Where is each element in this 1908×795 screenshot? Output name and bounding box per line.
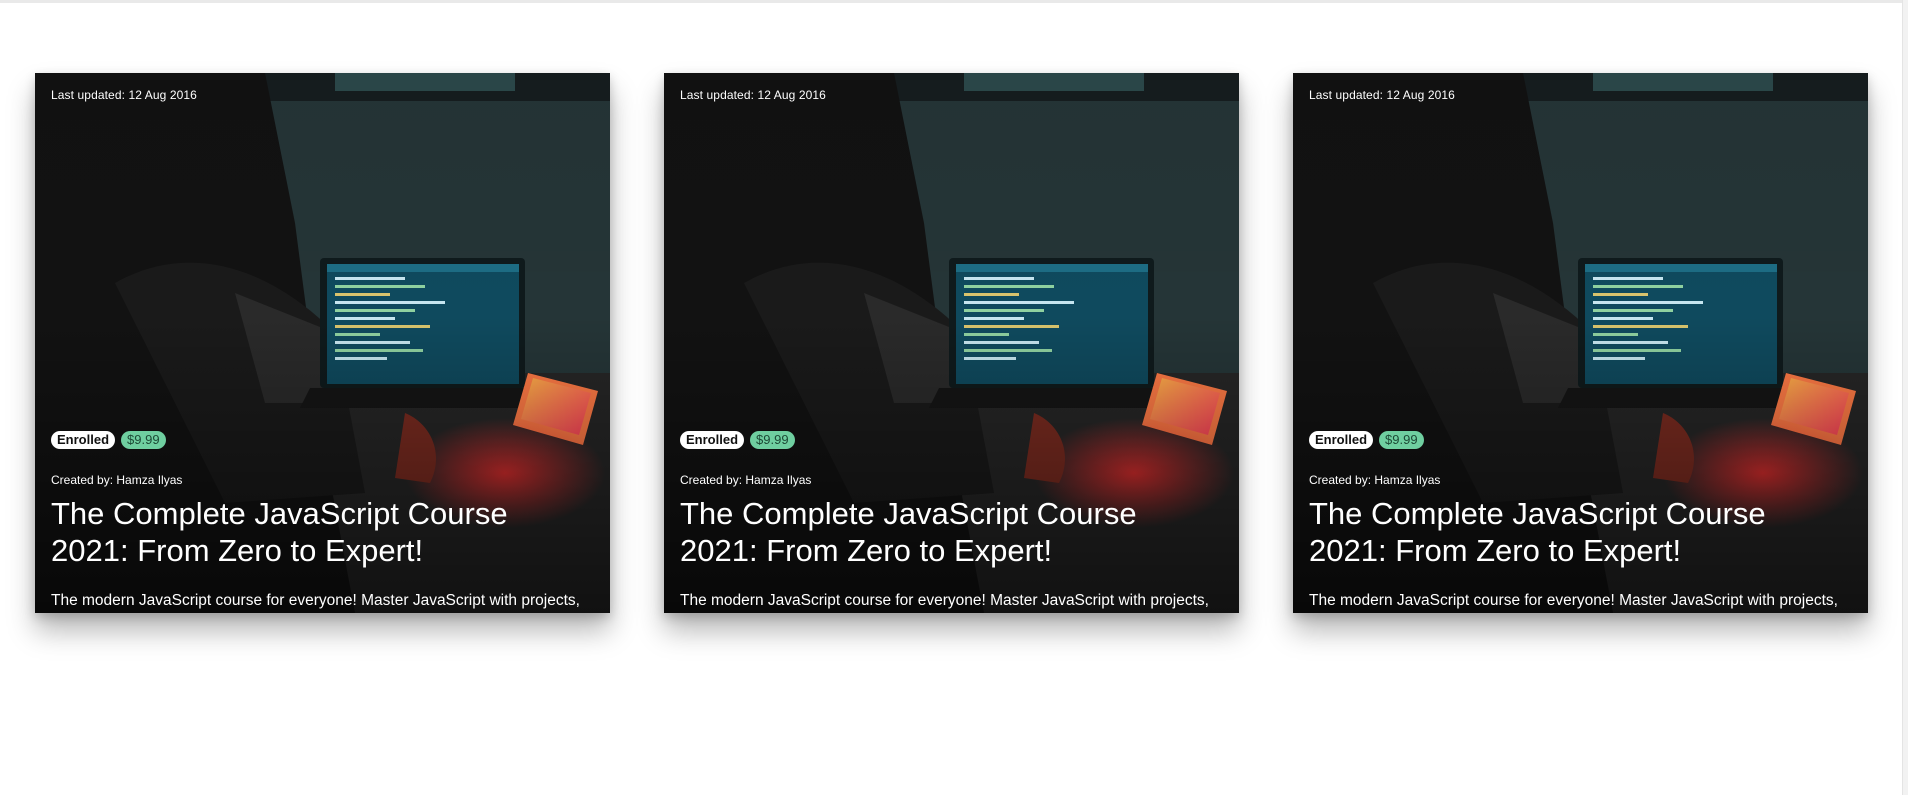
course-title[interactable]: The Complete JavaScript Course 2021: Fro… — [51, 495, 571, 569]
course-description: The modern JavaScript course for everyon… — [1309, 592, 1838, 609]
enrolled-badge: Enrolled — [680, 431, 745, 449]
price-badge: $9.99 — [121, 431, 166, 449]
enrolled-badge: Enrolled — [1309, 431, 1374, 449]
course-title[interactable]: The Complete JavaScript Course 2021: Fro… — [680, 495, 1200, 569]
top-divider — [0, 0, 1908, 3]
course-title[interactable]: The Complete JavaScript Course 2021: Fro… — [1309, 495, 1829, 569]
vertical-scrollbar[interactable] — [1902, 0, 1908, 795]
course-creator: Created by: Hamza Ilyas — [680, 473, 812, 487]
course-description: The modern JavaScript course for everyon… — [51, 592, 580, 609]
course-creator: Created by: Hamza Ilyas — [1309, 473, 1441, 487]
badge-row: Enrolled $9.99 — [1309, 431, 1424, 449]
enrolled-badge: Enrolled — [51, 431, 116, 449]
course-description: The modern JavaScript course for everyon… — [680, 592, 1209, 609]
course-card[interactable]: Last updated: 12 Aug 2016 Enrolled $9.99… — [35, 73, 610, 613]
course-creator: Created by: Hamza Ilyas — [51, 473, 183, 487]
badge-row: Enrolled $9.99 — [680, 431, 795, 449]
last-updated-label: Last updated: 12 Aug 2016 — [1309, 88, 1455, 102]
last-updated-label: Last updated: 12 Aug 2016 — [51, 88, 197, 102]
price-badge: $9.99 — [750, 431, 795, 449]
last-updated-label: Last updated: 12 Aug 2016 — [680, 88, 826, 102]
course-card-grid: Last updated: 12 Aug 2016 Enrolled $9.99… — [35, 73, 1868, 613]
price-badge: $9.99 — [1379, 431, 1424, 449]
course-card[interactable]: Last updated: 12 Aug 2016 Enrolled $9.99… — [1293, 73, 1868, 613]
badge-row: Enrolled $9.99 — [51, 431, 166, 449]
course-card[interactable]: Last updated: 12 Aug 2016 Enrolled $9.99… — [664, 73, 1239, 613]
